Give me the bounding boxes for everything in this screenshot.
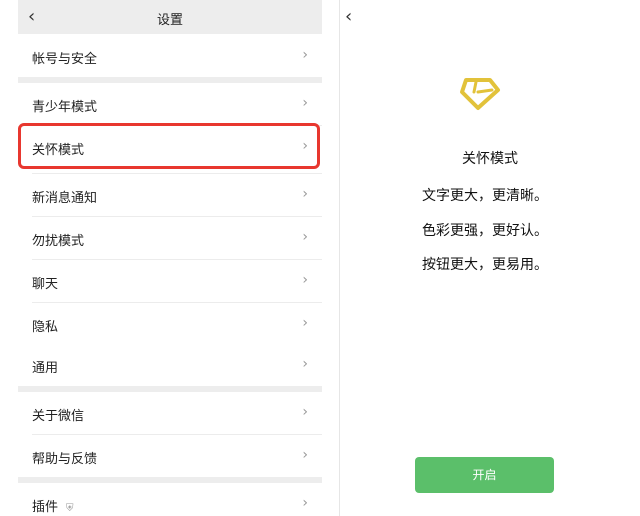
benefit-line: 色彩更强，更好认。 xyxy=(422,223,548,239)
settings-item-privacy[interactable]: 隐私 › xyxy=(18,303,322,345)
chevron-right-icon: › xyxy=(302,47,308,63)
chevron-right-icon: › xyxy=(302,272,308,288)
settings-item-general[interactable]: 通用 › xyxy=(18,344,322,386)
settings-item-plugins[interactable]: 插件 ⛨ › xyxy=(18,483,322,516)
care-mode-title: 关怀模式 xyxy=(462,151,518,167)
chevron-right-icon: › xyxy=(302,186,308,202)
chevron-right-icon: › xyxy=(302,404,308,420)
enable-button[interactable]: 开启 xyxy=(415,457,554,493)
settings-item-label: 关于微信 xyxy=(32,409,85,424)
settings-item-label: 帐号与安全 xyxy=(32,52,98,67)
settings-header: ‹ 设置 xyxy=(18,0,322,34)
care-mode-panel: ‹ 关怀模式 文字更大，更清晰。 色彩更强，更好认。 按钮更大，更易用。 开启 xyxy=(340,0,640,516)
settings-item-label: 隐私 xyxy=(32,320,59,335)
highlight-box xyxy=(18,123,320,169)
shield-icon: ⛨ xyxy=(66,503,74,514)
chevron-right-icon: › xyxy=(302,315,308,331)
plugins-label-text: 插件 xyxy=(32,500,59,515)
settings-item-account-security[interactable]: 帐号与安全 › xyxy=(18,35,322,77)
settings-panel: ‹ 设置 帐号与安全 › 青少年模式 › 关怀模式 › 新消息通知 › 勿扰模式… xyxy=(0,0,340,516)
settings-item-help-feedback[interactable]: 帮助与反馈 › xyxy=(18,435,322,477)
settings-item-notifications[interactable]: 新消息通知 › xyxy=(18,174,322,216)
chevron-right-icon: › xyxy=(302,95,308,111)
chevron-right-icon: › xyxy=(302,447,308,463)
chevron-right-icon: › xyxy=(302,495,308,511)
settings-item-chat[interactable]: 聊天 › xyxy=(18,260,322,302)
settings-item-label: 新消息通知 xyxy=(32,191,98,206)
benefit-line: 按钮更大，更易用。 xyxy=(422,257,548,273)
chevron-right-icon: › xyxy=(302,356,308,372)
settings-item-label: 通用 xyxy=(32,361,59,376)
care-mode-icon xyxy=(460,78,500,110)
settings-item-label: 勿扰模式 xyxy=(32,234,85,249)
settings-item-about[interactable]: 关于微信 › xyxy=(18,392,322,434)
settings-item-label: 青少年模式 xyxy=(32,100,98,115)
chevron-right-icon: › xyxy=(302,229,308,245)
settings-item-teen-mode[interactable]: 青少年模式 › xyxy=(18,83,322,125)
benefit-line: 文字更大，更清晰。 xyxy=(422,188,548,204)
settings-item-do-not-disturb[interactable]: 勿扰模式 › xyxy=(18,217,322,259)
back-arrow-icon[interactable]: ‹ xyxy=(345,8,352,26)
settings-item-label: 聊天 xyxy=(32,277,59,292)
settings-item-label: 帮助与反馈 xyxy=(32,452,98,467)
page-title: 设置 xyxy=(156,13,183,28)
settings-item-label: 插件 ⛨ xyxy=(32,496,74,515)
